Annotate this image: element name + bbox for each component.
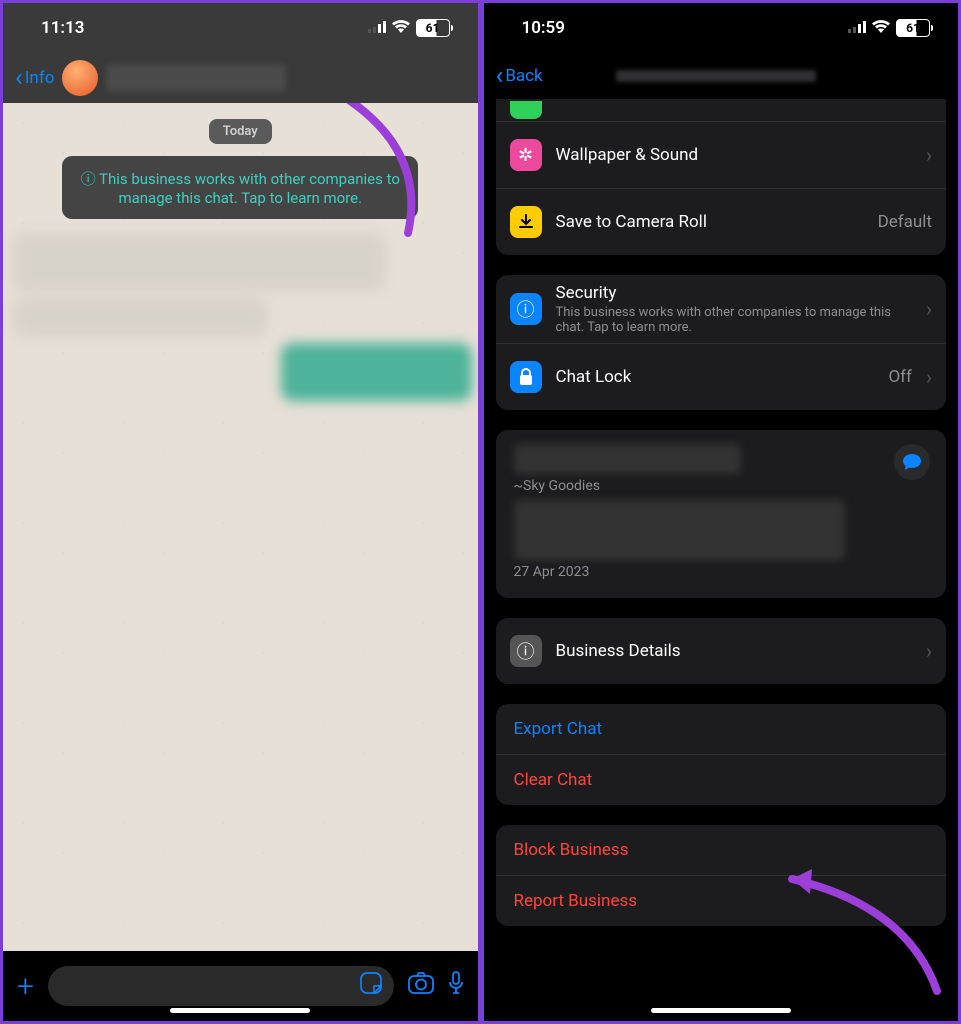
back-label: Info (25, 68, 55, 88)
wallpaper-icon: ✲ (510, 139, 542, 171)
section-block-report: Block Business Report Business (496, 825, 947, 926)
signal-icon (368, 18, 386, 38)
chevron-right-icon: › (926, 297, 932, 321)
chat-header: ‹ Info (3, 53, 478, 103)
info-icon: ⓘ (510, 293, 542, 325)
wifi-icon (872, 18, 890, 38)
incoming-message-redacted (13, 233, 386, 291)
mic-button[interactable] (448, 971, 464, 1001)
row-label: Wallpaper & Sound (556, 145, 912, 165)
row-label: Chat Lock (556, 367, 875, 387)
section-contact-card[interactable]: ~Sky Goodies 27 Apr 2023 (496, 430, 947, 598)
contact-date: 27 Apr 2023 (514, 564, 929, 580)
row-value: Default (878, 212, 932, 232)
info-icon: ⓘ (81, 170, 99, 188)
back-button[interactable]: ‹ Back (496, 61, 543, 91)
settings-body: ✲ Wallpaper & Sound › Save to Camera Rol… (484, 99, 959, 1021)
section-business-details: ⓘ Business Details › (496, 618, 947, 684)
back-label: Back (505, 66, 542, 86)
info-header: ‹ Back (484, 53, 959, 99)
section-appearance: ✲ Wallpaper & Sound › Save to Camera Rol… (496, 99, 947, 255)
message-input[interactable] (48, 966, 394, 1006)
block-business-button[interactable]: Block Business (496, 825, 947, 875)
status-bar: 10:59 61 (484, 3, 959, 53)
status-bar: 11:13 61 (3, 3, 478, 53)
incoming-message-redacted (13, 297, 268, 337)
export-chat-button[interactable]: Export Chat (496, 704, 947, 754)
outgoing-message-redacted (281, 343, 472, 401)
date-pill: Today (209, 119, 272, 144)
row-label: Security (556, 283, 912, 303)
row-icon (510, 101, 542, 119)
row-sublabel: This business works with other companies… (556, 305, 912, 335)
chevron-left-icon: ‹ (496, 61, 504, 91)
info-icon: ⓘ (510, 635, 542, 667)
time-label: 10:59 (522, 18, 565, 38)
save-camera-row[interactable]: Save to Camera Roll Default (496, 188, 947, 255)
section-chat-actions: Export Chat Clear Chat (496, 704, 947, 805)
signal-icon (848, 18, 866, 38)
business-info-bubble[interactable]: ⓘ This business works with other compani… (62, 156, 418, 219)
home-indicator (651, 1008, 791, 1013)
chevron-right-icon: › (926, 143, 932, 167)
sticker-icon[interactable] (360, 972, 382, 1000)
security-row[interactable]: ⓘ Security This business works with othe… (496, 275, 947, 343)
contact-name-redacted[interactable] (106, 64, 286, 92)
contact-subtitle: ~Sky Goodies (514, 478, 929, 494)
contact-body-redacted (514, 500, 846, 560)
business-details-row[interactable]: ⓘ Business Details › (496, 618, 947, 684)
chat-button[interactable] (894, 444, 930, 480)
battery-icon: 61 (416, 19, 450, 37)
section-security: ⓘ Security This business works with othe… (496, 275, 947, 410)
home-indicator (170, 1008, 310, 1013)
info-bubble-text: This business works with other companies… (99, 170, 400, 207)
chevron-right-icon: › (926, 365, 932, 389)
attach-button[interactable]: + (17, 969, 34, 1004)
row-label: Save to Camera Roll (556, 212, 864, 232)
report-business-button[interactable]: Report Business (496, 875, 947, 926)
chevron-left-icon: ‹ (15, 63, 23, 93)
back-button[interactable]: ‹ Info (15, 63, 54, 93)
contact-title-redacted (514, 444, 742, 474)
wifi-icon (392, 18, 410, 38)
clear-chat-button[interactable]: Clear Chat (496, 754, 947, 805)
row-value: Off (888, 367, 912, 387)
wallpaper-row[interactable]: ✲ Wallpaper & Sound › (496, 121, 947, 188)
lock-icon (510, 361, 542, 393)
chevron-right-icon: › (926, 639, 932, 663)
chat-lock-row[interactable]: Chat Lock Off › (496, 343, 947, 410)
time-label: 11:13 (41, 18, 84, 38)
page-title-redacted (616, 70, 816, 82)
battery-icon: 61 (896, 19, 930, 37)
chat-body: Today ⓘ This business works with other c… (3, 103, 478, 951)
row-label: Business Details (556, 641, 912, 661)
avatar[interactable] (62, 60, 98, 96)
camera-button[interactable] (408, 972, 434, 1000)
save-icon (510, 206, 542, 238)
